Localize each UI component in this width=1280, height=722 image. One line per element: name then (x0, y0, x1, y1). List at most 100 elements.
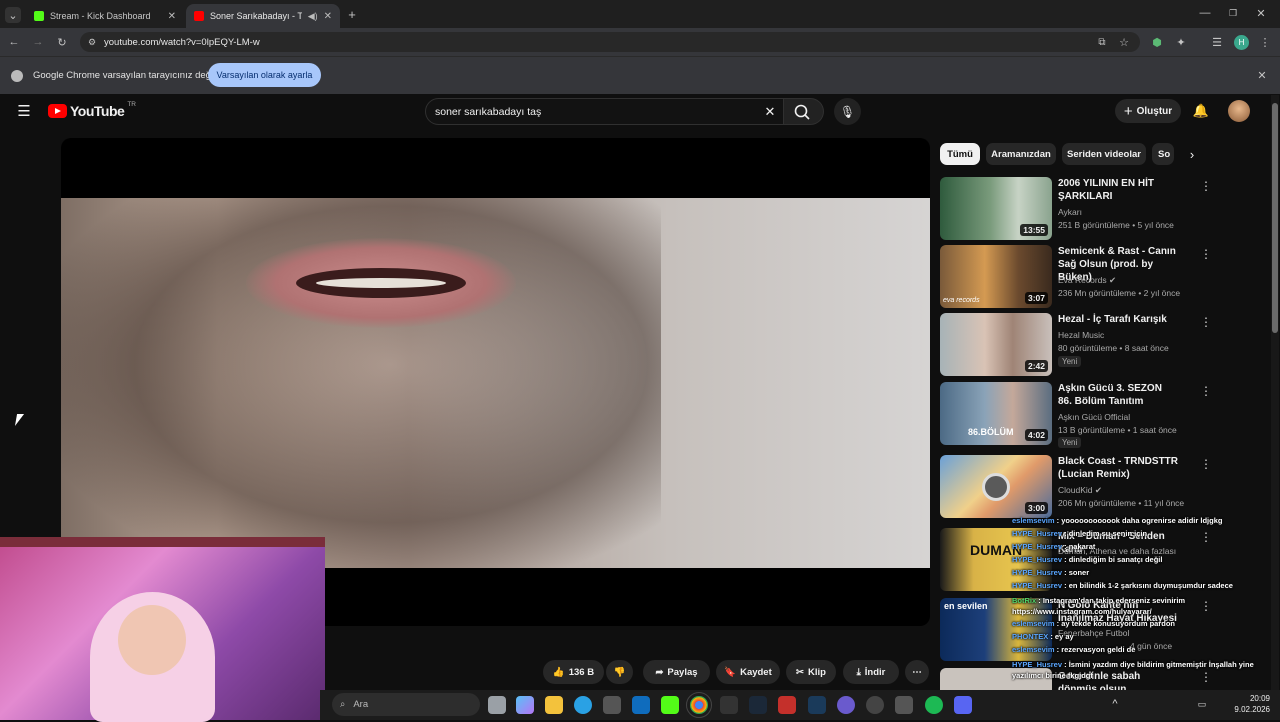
share-button[interactable]: ➦ Paylaş (643, 660, 710, 684)
taskbar-search-box[interactable]: ⌕ Ara (332, 693, 480, 716)
steam-icon[interactable] (749, 696, 767, 714)
back-icon[interactable]: ← (6, 34, 22, 50)
recommendation-item[interactable]: 3:00 Black Coast - TRNDSTTR (Lucian Remi… (940, 455, 1250, 519)
chat-text: : ay tekde konusuyordum pardon (1054, 619, 1175, 628)
more-vert-icon[interactable]: ⋮ (1200, 384, 1212, 398)
scrollbar-thumb[interactable] (1272, 103, 1278, 333)
more-vert-icon[interactable]: ⋮ (1200, 247, 1212, 261)
filter-chip-from-search[interactable]: Aramanızdan (986, 143, 1056, 165)
clock-time: 20:09 (1249, 694, 1270, 703)
more-actions-button[interactable]: ⋯ (905, 660, 929, 684)
kick-icon[interactable] (661, 696, 679, 714)
spotify-icon[interactable] (925, 696, 943, 714)
more-vert-icon[interactable]: ⋮ (1200, 530, 1212, 544)
new-badge: Yeni (1058, 356, 1082, 367)
video-thumbnail: eva records 3:07 (940, 245, 1052, 308)
tab-search-list-icon[interactable]: ☰ (1210, 34, 1224, 50)
search-icon (794, 104, 810, 120)
recommendation-item[interactable]: 13:55 2006 YILININ EN HİT ŞARKILARI Ayka… (940, 177, 1250, 241)
set-default-button[interactable]: Varsayılan olarak ayarla (208, 63, 321, 87)
episode-watermark: 86.BÖLÜM (968, 427, 1014, 437)
audio-playing-icon[interactable]: ◀) (308, 11, 318, 22)
chat-message: HYPE_Husrev : dinlediğim bi sanatçı deği… (1012, 555, 1162, 564)
extensions-icon[interactable]: ✦ (1174, 34, 1188, 50)
youtube-wordmark: YouTube (70, 103, 125, 119)
new-tab-button[interactable]: + (344, 6, 360, 22)
discord-icon[interactable] (954, 696, 972, 714)
more-vert-icon[interactable]: ⋮ (1200, 179, 1212, 193)
kick-favicon-icon (34, 11, 44, 21)
close-tab-icon[interactable]: ✕ (324, 11, 332, 22)
filter-chip-all[interactable]: Tümü (940, 143, 980, 165)
voice-search-icon[interactable]: 🎙 (834, 98, 861, 125)
search-icon: ⌕ (340, 699, 346, 710)
epic-games-icon[interactable] (720, 696, 738, 714)
youtube-logo[interactable]: YouTube TR (48, 101, 136, 119)
filter-chip-partial[interactable]: So (1152, 143, 1174, 165)
search-input[interactable]: soner sarıkabadayı taş (425, 98, 784, 125)
menu-hamburger-icon[interactable]: ☰ (14, 102, 34, 120)
app-gray-icon[interactable] (895, 696, 913, 714)
close-window-icon[interactable]: ✕ (1254, 6, 1268, 20)
chrome-icon[interactable] (686, 692, 712, 718)
app-red-icon[interactable] (778, 696, 796, 714)
chat-text: : dinledim şu senin için (1062, 529, 1148, 538)
reload-icon[interactable]: ↻ (54, 34, 70, 50)
edge-icon[interactable] (574, 696, 592, 714)
notifications-bell-icon[interactable]: 🔔 (1192, 102, 1210, 120)
youtube-play-logo-icon (48, 104, 67, 118)
app-blue-icon[interactable] (808, 696, 826, 714)
more-vert-icon[interactable]: ⋮ (1200, 315, 1212, 329)
minimize-icon[interactable]: — (1198, 6, 1212, 20)
clip-button[interactable]: ✂ Klip (786, 660, 836, 684)
outlook-icon[interactable] (632, 696, 650, 714)
close-infobar-icon[interactable]: ✕ (1255, 68, 1269, 82)
restore-icon[interactable]: ❐ (1226, 6, 1240, 20)
video-title: Black Coast - TRNDSTTR (Lucian Remix) (1058, 456, 1179, 480)
channel-name: Hezal Music (1058, 330, 1105, 340)
chat-message: eslemsevim : yoooooooooook daha ogrenirs… (1012, 516, 1222, 525)
like-button[interactable]: 👍 136 B (543, 660, 604, 684)
taskbar-clock[interactable]: 20:09 9.02.2026 (1232, 693, 1270, 715)
chrome-menu-icon[interactable]: ⋮ (1258, 34, 1272, 50)
chat-username: HYPE_Husrev (1012, 529, 1063, 538)
task-view-icon[interactable] (488, 696, 506, 714)
obs-icon[interactable] (866, 696, 884, 714)
forward-icon[interactable]: → (30, 34, 46, 50)
address-bar[interactable]: youtube.com/watch?v=0lpEQY-LM-w (80, 32, 1140, 52)
video-meta: 251 B görüntüleme • 5 yıl önce (1058, 220, 1174, 230)
chevron-up-icon[interactable]: ^ (1108, 697, 1122, 711)
chat-username: eslemsevim (1012, 619, 1055, 628)
battery-icon[interactable]: ▭ (1195, 697, 1209, 711)
webcam-overlay (0, 537, 325, 722)
copilot-icon[interactable] (516, 696, 534, 714)
save-button[interactable]: 🔖 Kaydet (716, 660, 780, 684)
store-icon[interactable] (603, 696, 621, 714)
account-avatar[interactable] (1228, 100, 1250, 122)
chat-message: HYPE_Husrev : nakarat (1012, 542, 1095, 551)
search-button[interactable] (784, 98, 824, 125)
site-info-icon[interactable]: ⚙ (86, 35, 98, 49)
download-button[interactable]: ⤓ İndir (843, 660, 899, 684)
recommendation-item[interactable]: 86.BÖLÜM 4:02 Aşkın Gücü 3. SEZON 86. Bö… (940, 382, 1250, 448)
profile-avatar[interactable]: H (1234, 35, 1249, 50)
tab-youtube[interactable]: Soner Sarıkabadayı - Taş (O ◀) ✕ (186, 4, 340, 28)
scrollbar-track[interactable] (1271, 95, 1279, 690)
recommendation-item[interactable]: 2:42 Hezal - İç Tarafı Karışık Hezal Mus… (940, 313, 1250, 377)
install-app-icon[interactable]: ⧉ (1095, 34, 1109, 50)
dislike-button[interactable]: 👎 (606, 660, 633, 684)
tab-kick-dashboard[interactable]: Stream - Kick Dashboard ✕ (26, 4, 184, 28)
extension-shield-icon[interactable]: ⬢ (1150, 34, 1164, 50)
bookmark-star-icon[interactable]: ☆ (1117, 34, 1131, 50)
filter-chip-series[interactable]: Seriden videolar (1062, 143, 1146, 165)
create-button[interactable]: + Oluştur (1115, 99, 1181, 123)
file-explorer-icon[interactable] (545, 696, 563, 714)
infobar-message: Google Chrome varsayılan tarayıcınız değ… (33, 70, 216, 81)
chevron-right-icon[interactable]: › (1184, 145, 1200, 163)
recommendation-item[interactable]: eva records 3:07 Semicenk & Rast - Canın… (940, 245, 1250, 309)
clear-search-icon[interactable]: ✕ (762, 104, 778, 120)
app-purple-icon[interactable] (837, 696, 855, 714)
more-vert-icon[interactable]: ⋮ (1200, 457, 1212, 471)
tab-search-icon[interactable]: ⌄ (5, 7, 21, 23)
close-tab-icon[interactable]: ✕ (168, 11, 176, 22)
